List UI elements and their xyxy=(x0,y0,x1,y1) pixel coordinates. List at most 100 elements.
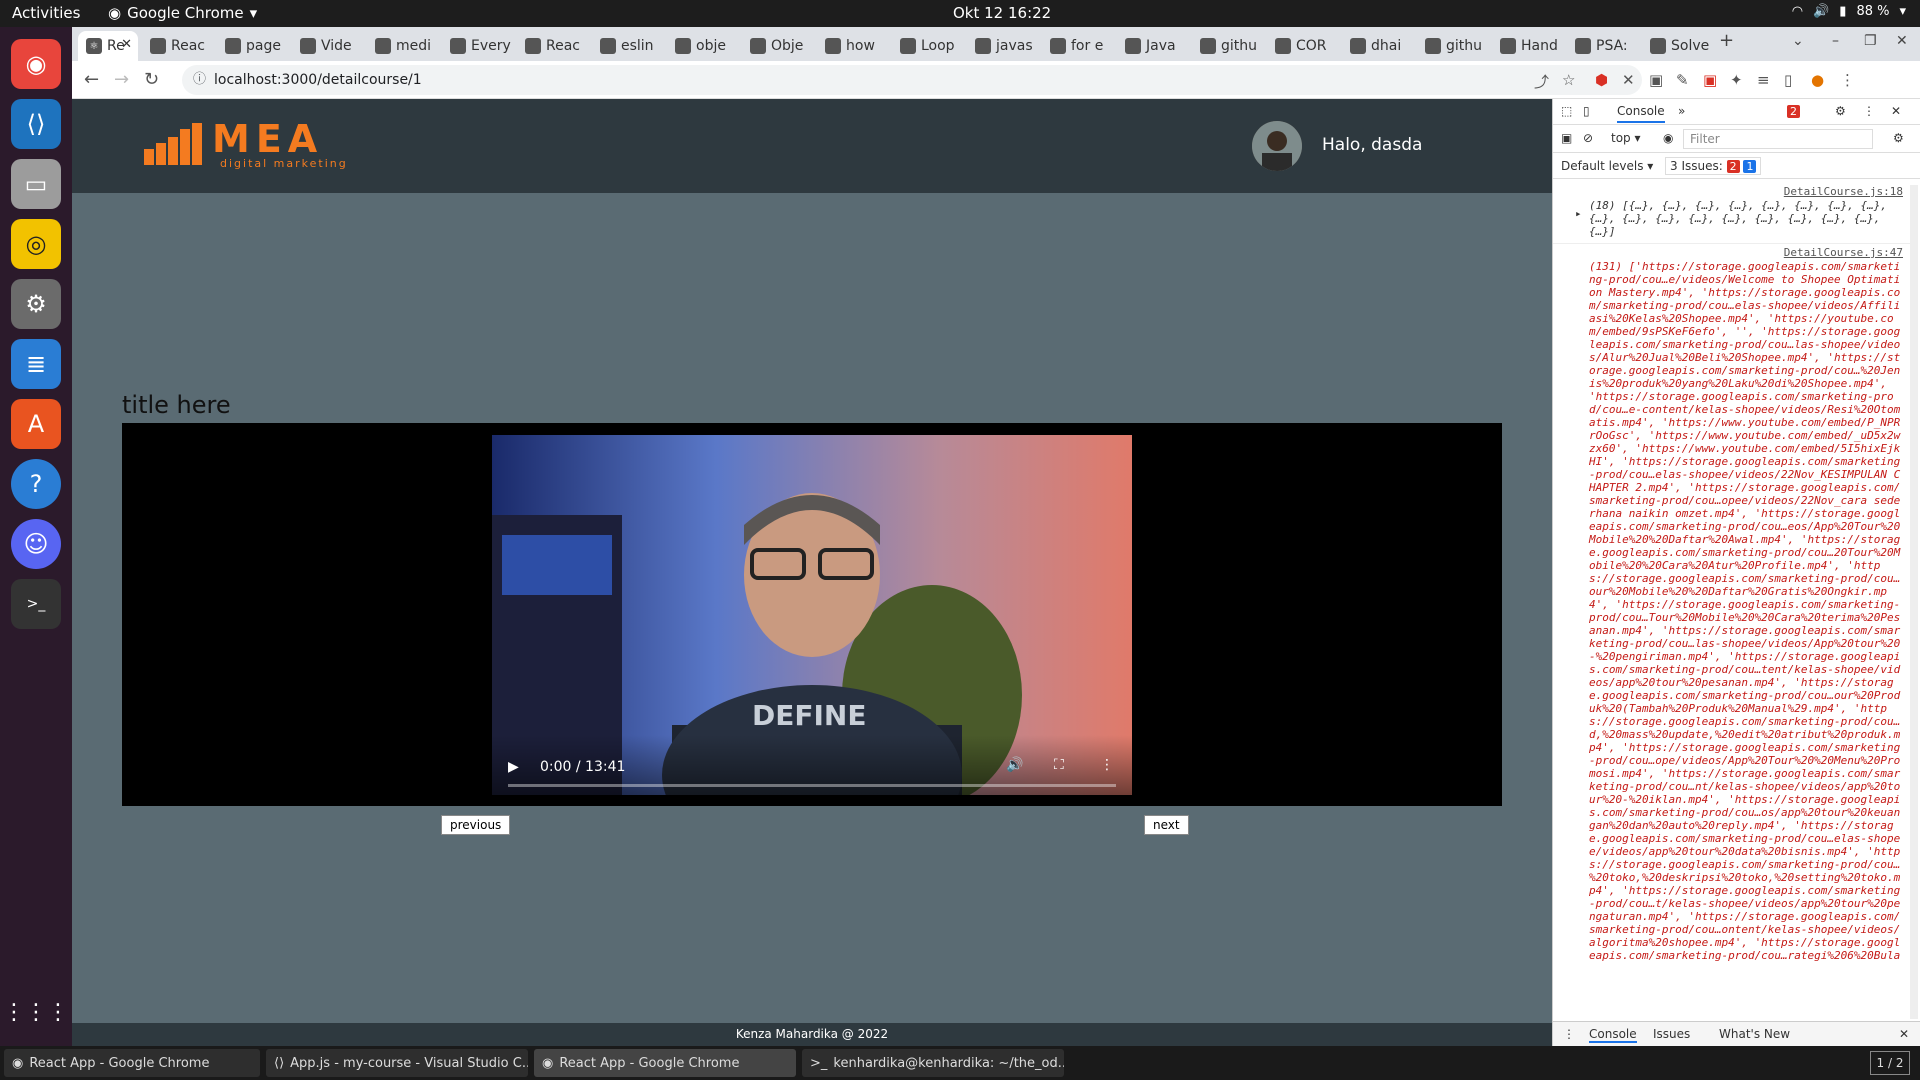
filter-input[interactable]: Filter xyxy=(1683,129,1873,149)
tab[interactable]: dhai xyxy=(1342,31,1414,61)
error-count-badge[interactable]: 2 xyxy=(1787,104,1800,118)
discord-dock-icon[interactable]: ☺ xyxy=(11,519,61,569)
log-levels-dropdown[interactable]: Default levels ▾ xyxy=(1561,159,1653,173)
minimize-button[interactable]: – xyxy=(1832,33,1839,49)
chrome-dock-icon[interactable]: ◉ xyxy=(11,39,61,89)
activities-button[interactable]: Activities xyxy=(12,4,80,22)
vscode-dock-icon[interactable]: ⟨⟩ xyxy=(11,99,61,149)
mea-logo[interactable]: MEA digital marketing xyxy=(144,117,364,170)
drawer-tab-console[interactable]: Console xyxy=(1589,1027,1637,1043)
software-dock-icon[interactable]: A xyxy=(11,399,61,449)
fullscreen-icon[interactable]: ⛶ xyxy=(1054,757,1064,773)
sidebar-toggle-icon[interactable]: ▣ xyxy=(1561,131,1572,145)
extension-icon[interactable]: ▣ xyxy=(1649,71,1663,89)
log-source-link[interactable]: DetailCourse.js:47 xyxy=(1784,246,1903,259)
help-dock-icon[interactable]: ? xyxy=(11,459,61,509)
log-source-link[interactable]: DetailCourse.js:18 xyxy=(1784,185,1903,198)
window-close-button[interactable]: ✕ xyxy=(1896,33,1908,49)
console-settings-icon[interactable]: ⚙ xyxy=(1893,131,1904,145)
eyedropper-icon[interactable]: ✎ xyxy=(1676,71,1689,89)
video-player[interactable]: DEFINE ▶ 0:00 / 13:41 🔊 ⛶ ⋮ xyxy=(492,435,1132,795)
tab-search-icon[interactable]: ⌄ xyxy=(1792,33,1804,49)
terminal-dock-icon[interactable]: >_ xyxy=(11,579,61,629)
workspace-switcher[interactable]: 1 / 2 xyxy=(1870,1051,1910,1075)
show-apps-icon[interactable]: ⋮⋮⋮ xyxy=(3,987,69,1037)
previous-button[interactable]: previous xyxy=(441,815,511,835)
drawer-tab-whats-new[interactable]: What's New xyxy=(1719,1027,1790,1041)
site-info-icon[interactable]: ⓘ xyxy=(193,65,206,95)
rhythmbox-dock-icon[interactable]: ◎ xyxy=(11,219,61,269)
reload-button[interactable]: ↻ xyxy=(144,69,159,90)
expand-arrow-icon[interactable]: ▸ xyxy=(1575,207,1582,220)
tab[interactable]: Hand xyxy=(1492,31,1564,61)
tab[interactable]: Every xyxy=(442,31,514,61)
files-dock-icon[interactable]: ▭ xyxy=(11,159,61,209)
tab[interactable]: javas xyxy=(967,31,1039,61)
adblock-icon[interactable]: ⬢ xyxy=(1595,71,1608,89)
tab[interactable]: Reac xyxy=(517,31,589,61)
tab-console[interactable]: Console xyxy=(1617,104,1665,123)
tab[interactable]: obje xyxy=(667,31,739,61)
next-button[interactable]: next xyxy=(1144,815,1189,835)
maximize-button[interactable]: ❐ xyxy=(1864,33,1877,49)
puzzle-icon[interactable]: ✦ xyxy=(1730,71,1743,89)
tab-active[interactable]: ⚛ Re ✕ xyxy=(78,31,138,61)
log-text[interactable]: (18) [{…}, {…}, {…}, {…}, {…}, {…}, {…},… xyxy=(1589,199,1905,238)
status-area[interactable]: ◠ 🔊 ▮ 88 % ▾ xyxy=(1792,4,1906,19)
play-icon[interactable]: ▶ xyxy=(508,759,519,775)
extension-red-icon[interactable]: ▣ xyxy=(1703,71,1717,89)
taskbar-item[interactable]: ◉ React App - Google Chrome xyxy=(4,1049,260,1077)
taskbar-item[interactable]: ⟨⟩ App.js - my-course - Visual Studio C..… xyxy=(266,1049,528,1077)
tab[interactable]: eslin xyxy=(592,31,664,61)
back-button[interactable]: ← xyxy=(84,69,99,90)
context-selector[interactable]: top ▾ xyxy=(1611,131,1641,145)
log-text[interactable]: (131) ['https://storage.googleapis.com/s… xyxy=(1589,260,1905,962)
x-extension-icon[interactable]: ✕ xyxy=(1622,71,1635,89)
volume-icon[interactable]: 🔊 xyxy=(1006,757,1023,773)
taskbar-item-active[interactable]: ◉ React App - Google Chrome xyxy=(534,1049,796,1077)
bookmark-star-icon[interactable]: ☆ xyxy=(1562,71,1575,89)
tab[interactable]: Reac xyxy=(142,31,214,61)
address-bar[interactable]: ⓘ localhost:3000/detailcourse/1 xyxy=(182,65,1642,95)
writer-dock-icon[interactable]: ≣ xyxy=(11,339,61,389)
device-toolbar-icon[interactable]: ▯ xyxy=(1583,104,1590,118)
live-expression-icon[interactable]: ◉ xyxy=(1663,131,1673,145)
new-tab-button[interactable]: + xyxy=(1719,30,1734,51)
tab[interactable]: page xyxy=(217,31,289,61)
more-options-icon[interactable]: ⋮ xyxy=(1100,757,1114,773)
tab[interactable]: Vide xyxy=(292,31,364,61)
drawer-close-icon[interactable]: ✕ xyxy=(1899,1027,1909,1041)
tab[interactable]: githu xyxy=(1417,31,1489,61)
side-panel-icon[interactable]: ▯ xyxy=(1784,71,1792,89)
tab[interactable]: Loop xyxy=(892,31,964,61)
share-icon[interactable]: ⤴ xyxy=(1534,71,1549,92)
issues-button[interactable]: 3 Issues: 2 1 xyxy=(1665,157,1762,175)
app-menu[interactable]: ◉ Google Chrome ▾ xyxy=(108,4,257,22)
devtools-menu-icon[interactable]: ⋮ xyxy=(1863,104,1875,118)
tab[interactable]: Obje xyxy=(742,31,814,61)
console-scrollbar[interactable] xyxy=(1910,185,1918,1019)
reading-list-icon[interactable]: ≡ xyxy=(1757,71,1770,89)
tab[interactable]: medi xyxy=(367,31,439,61)
tab[interactable]: githu xyxy=(1192,31,1264,61)
devtools-close-icon[interactable]: ✕ xyxy=(1891,104,1901,118)
drawer-menu-icon[interactable]: ⋮ xyxy=(1563,1027,1575,1041)
tab[interactable]: Java xyxy=(1117,31,1189,61)
clock[interactable]: Okt 12 16:22 xyxy=(953,4,1051,22)
drawer-tab-issues[interactable]: Issues xyxy=(1653,1027,1690,1041)
tab[interactable]: Solve xyxy=(1642,31,1714,61)
tab[interactable]: how xyxy=(817,31,889,61)
profile-avatar[interactable]: ● xyxy=(1811,71,1824,89)
chrome-menu-icon[interactable]: ⋮ xyxy=(1840,71,1855,89)
tab[interactable]: COR xyxy=(1267,31,1339,61)
close-icon[interactable]: ✕ xyxy=(121,37,132,52)
settings-dock-icon[interactable]: ⚙ xyxy=(11,279,61,329)
clear-console-icon[interactable]: ⊘ xyxy=(1583,131,1593,145)
user-avatar[interactable] xyxy=(1252,121,1302,171)
devtools-settings-icon[interactable]: ⚙ xyxy=(1835,104,1846,118)
tab[interactable]: PSA: xyxy=(1567,31,1639,61)
more-tabs-icon[interactable]: » xyxy=(1678,104,1685,118)
forward-button[interactable]: → xyxy=(114,69,129,90)
video-progress-bar[interactable] xyxy=(508,784,1116,787)
tab[interactable]: for e xyxy=(1042,31,1114,61)
